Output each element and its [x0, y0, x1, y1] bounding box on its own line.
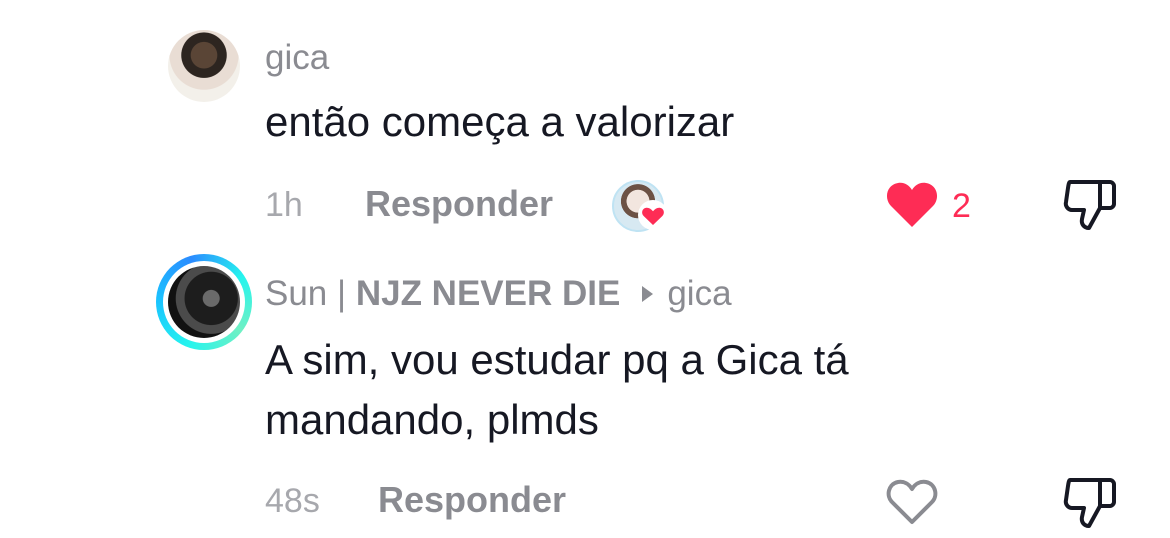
like-count: 2 — [952, 187, 971, 225]
dislike-icon[interactable] — [1062, 476, 1118, 530]
comment-username[interactable]: Sun | — [265, 274, 356, 313]
reply-arrow-icon — [642, 285, 654, 302]
comment-text-line-1: A sim, vou estudar pq a Gica tá — [265, 336, 849, 383]
reply-to-username[interactable]: gica — [667, 274, 731, 313]
comment-timestamp: 48s — [265, 482, 320, 520]
comment-timestamp: 1h — [265, 186, 303, 224]
comment-username[interactable]: gica — [265, 40, 329, 75]
avatar-gica[interactable] — [168, 30, 240, 102]
comment-username-bold[interactable]: NJZ NEVER DIE — [356, 274, 621, 313]
avatar-sun[interactable] — [168, 266, 240, 338]
heart-filled-icon[interactable] — [885, 181, 939, 229]
comment-text: então começa a valorizar — [265, 98, 735, 145]
reply-username-row: Sun | NJZ NEVER DIE gica — [265, 276, 732, 311]
heart-outline-icon[interactable] — [885, 478, 939, 526]
comment-text-line-2: mandando, plmds — [265, 396, 599, 443]
reply-button[interactable]: Responder — [365, 186, 553, 222]
reply-button[interactable]: Responder — [378, 482, 566, 518]
creator-liked-heart-icon — [638, 200, 668, 230]
dislike-icon[interactable] — [1062, 178, 1118, 232]
